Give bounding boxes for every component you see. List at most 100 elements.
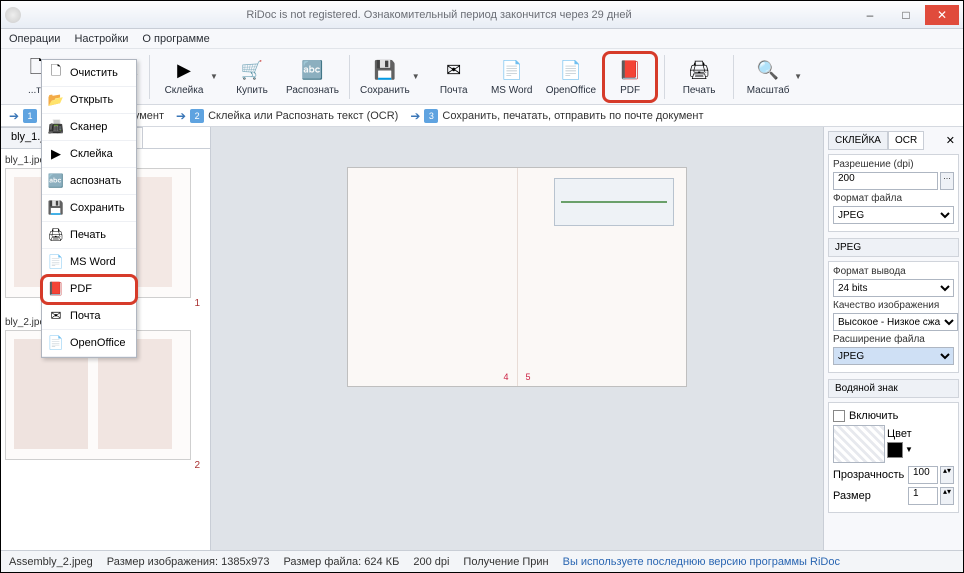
ocr-icon: 🔤: [48, 173, 64, 189]
close-button[interactable]: ✕: [925, 5, 959, 25]
status-filesize: Размер файла: 624 КБ: [283, 556, 399, 568]
ribbon-print[interactable]: 🖨Печать: [671, 51, 727, 103]
ribbon-mail[interactable]: ✉Почта: [426, 51, 482, 103]
pdf-icon: 📕: [617, 57, 643, 83]
dropdown-arrow-icon[interactable]: ▼: [794, 72, 804, 81]
tab-stitch-props[interactable]: СКЛЕЙКА: [828, 131, 888, 150]
dpi-label: Разрешение (dpi): [833, 159, 954, 170]
tab-ocr-props[interactable]: OCR: [888, 131, 924, 150]
menu-item-stitch[interactable]: ▶Склейка: [42, 141, 136, 168]
ribbon-zoom[interactable]: 🔍Масштаб: [740, 51, 796, 103]
pdf-icon: 📕: [48, 281, 64, 297]
step-badge: 3: [424, 109, 438, 123]
menu-operations[interactable]: Операции: [5, 31, 64, 47]
status-dpi: 200 dpi: [413, 556, 449, 568]
openoffice-icon: 📄: [558, 57, 584, 83]
folder-icon: 📂: [48, 92, 64, 108]
status-version-link[interactable]: Вы используете последнюю версию программ…: [563, 556, 840, 568]
separator: [149, 55, 150, 99]
dropdown-arrow-icon[interactable]: ▼: [210, 72, 220, 81]
document-stamp: [554, 178, 674, 226]
dropdown-arrow-icon[interactable]: ▼: [905, 445, 913, 454]
maximize-button[interactable]: □: [889, 5, 923, 25]
separator: [733, 55, 734, 99]
ribbon-save[interactable]: 💾Сохранить: [356, 51, 414, 103]
status-bar: Assembly_2.jpeg Размер изображения: 1385…: [1, 550, 963, 572]
status-imgsize: Размер изображения: 1385x973: [107, 556, 270, 568]
size-label: Размер: [833, 490, 906, 502]
menu-item-recognize[interactable]: 🔤аспознать: [42, 168, 136, 195]
arrow-icon: ➔: [176, 109, 186, 123]
zoom-icon: 🔍: [755, 57, 781, 83]
mail-icon: ✉: [441, 57, 467, 83]
format-label: Формат файла: [833, 193, 954, 204]
menu-item-save[interactable]: 💾Сохранить: [42, 195, 136, 222]
opacity-input[interactable]: 100: [908, 466, 938, 484]
menu-item-openoffice[interactable]: 📄OpenOffice: [42, 330, 136, 357]
size-input[interactable]: 1: [908, 487, 938, 505]
arrow-icon: ➔: [410, 109, 420, 123]
status-filename: Assembly_2.jpeg: [9, 556, 93, 568]
format-select[interactable]: JPEG: [833, 206, 954, 224]
dpi-group: Разрешение (dpi) 200… Формат файла JPEG: [828, 154, 959, 232]
menu-settings[interactable]: Настройки: [70, 31, 132, 47]
cart-icon: 🛒: [239, 57, 265, 83]
ribbon-openoffice[interactable]: 📄OpenOffice: [542, 51, 600, 103]
openoffice-icon: 📄: [48, 335, 64, 351]
menu-about[interactable]: О программе: [138, 31, 213, 47]
page-number: 5: [526, 372, 531, 382]
menu-item-clear[interactable]: 🗋Очистить: [42, 60, 136, 87]
dpi-input[interactable]: 200: [833, 172, 938, 190]
menu-item-mail[interactable]: ✉Почта: [42, 303, 136, 330]
step-badge: 1: [23, 109, 37, 123]
watermark-preview[interactable]: [833, 425, 885, 463]
ribbon-ocr[interactable]: 🔤Распознать: [282, 51, 343, 103]
opacity-spinner[interactable]: ▴▾: [940, 466, 954, 484]
word-icon: 📄: [499, 57, 525, 83]
jpeg-group: Формат вывода 24 bits Качество изображен…: [828, 261, 959, 373]
titlebar: RiDoc is not registered. Ознакомительный…: [1, 1, 963, 29]
separator: [349, 55, 350, 99]
scanner-icon: 📠: [48, 119, 64, 135]
output-select[interactable]: 24 bits: [833, 279, 954, 297]
workspace: bly_1.jpeg Результат bly_1.jpeg 1 bly_2.…: [1, 127, 963, 550]
menu-item-open[interactable]: 📂Открыть: [42, 87, 136, 114]
watermark-enable[interactable]: Включить: [833, 410, 954, 422]
operations-dropdown: 🗋Очистить 📂Открыть 📠Сканер ▶Склейка 🔤асп…: [41, 59, 137, 358]
menu-item-scanner[interactable]: 📠Сканер: [42, 114, 136, 141]
arrow-icon: ➔: [9, 109, 19, 123]
hint-text: Склейка или Распознать текст (OCR): [208, 110, 398, 122]
ribbon-msword[interactable]: 📄MS Word: [484, 51, 540, 103]
hint-bar: ➔1ыть (Открыть) документ ➔2Склейка или Р…: [1, 105, 963, 127]
minimize-button[interactable]: –: [853, 5, 887, 25]
stitch-icon: ▶: [48, 146, 64, 162]
save-icon: 💾: [48, 200, 64, 216]
size-spinner[interactable]: ▴▾: [940, 487, 954, 505]
watermark-section[interactable]: Водяной знак: [828, 379, 959, 398]
dpi-picker[interactable]: …: [940, 172, 954, 190]
word-icon: 📄: [48, 254, 64, 270]
menu-item-print[interactable]: 🖨Печать: [42, 222, 136, 249]
app-icon: [5, 7, 21, 23]
color-swatch[interactable]: [887, 442, 903, 458]
ribbon-pdf[interactable]: 📕PDF: [602, 51, 658, 103]
ribbon-stitch[interactable]: ▶Склейка: [156, 51, 212, 103]
ribbon: 🗋...ть ▼ 📠Сканер ▼ ▶Склейка ▼ 🛒Купить 🔤Р…: [1, 49, 963, 105]
dropdown-arrow-icon[interactable]: ▼: [412, 72, 422, 81]
jpeg-section[interactable]: JPEG: [828, 238, 959, 257]
output-label: Формат вывода: [833, 266, 954, 277]
watermark-group: Включить Цвет ▼ Прозрачность100▴▾ Размер…: [828, 402, 959, 513]
page-left: 4: [348, 168, 518, 386]
opacity-label: Прозрачность: [833, 469, 906, 481]
quality-select[interactable]: Высокое - Низкое сжа: [833, 313, 958, 331]
ext-select[interactable]: JPEG: [833, 347, 954, 365]
separator: [664, 55, 665, 99]
document-viewer[interactable]: 4 5: [211, 127, 823, 550]
panel-close-icon[interactable]: ✕: [942, 134, 959, 147]
page-icon: 🗋: [48, 65, 64, 81]
menu-item-msword[interactable]: 📄MS Word: [42, 249, 136, 276]
document-page: 4 5: [347, 167, 687, 387]
ribbon-buy[interactable]: 🛒Купить: [224, 51, 280, 103]
menu-item-pdf[interactable]: 📕PDF: [42, 276, 136, 303]
color-label: Цвет: [887, 428, 913, 440]
